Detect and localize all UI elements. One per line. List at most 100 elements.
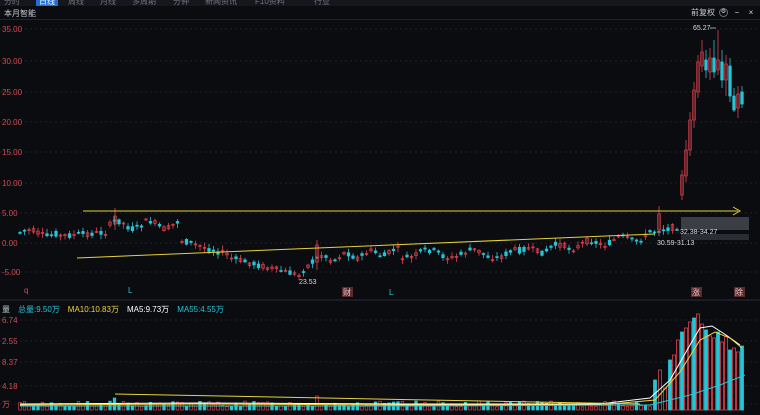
volume-bar xyxy=(704,329,708,411)
candle-body xyxy=(544,248,549,252)
volume-bar xyxy=(634,401,639,411)
volume-legend-ma55: MA55:4.55万 xyxy=(177,304,224,314)
marker-cai: 财 xyxy=(343,287,351,297)
candle-body xyxy=(517,246,522,254)
volume-ma5-line xyxy=(19,325,741,405)
candle-body xyxy=(90,232,94,236)
volume-bar xyxy=(495,406,499,411)
volume-bar xyxy=(736,351,740,411)
peak-label: 65.27 xyxy=(693,25,711,32)
volume-bar xyxy=(72,406,76,411)
candle-body xyxy=(157,223,162,227)
candle-body xyxy=(189,241,193,243)
candle-body xyxy=(18,232,22,234)
candle-body xyxy=(288,270,292,275)
volume-bar xyxy=(688,321,692,411)
candle-body xyxy=(333,259,337,262)
volume-bar xyxy=(310,405,315,411)
volume-bar xyxy=(589,406,594,411)
candle-body xyxy=(184,239,189,245)
candle-body xyxy=(301,271,306,273)
volume-bar xyxy=(728,349,732,411)
volume-bar xyxy=(663,387,667,411)
candle-body xyxy=(540,250,544,256)
candle-body xyxy=(675,229,679,231)
price-tick-label: -5.00 xyxy=(2,268,21,277)
candle-body xyxy=(243,259,247,263)
candle-body xyxy=(423,247,427,250)
volume-bar xyxy=(672,354,676,411)
candle-body xyxy=(522,246,526,252)
candle-body xyxy=(279,270,283,272)
volume-bar xyxy=(571,405,576,411)
volume-tick-label: 4.18 xyxy=(2,382,18,391)
candle-body xyxy=(732,95,736,111)
volume-grid xyxy=(0,319,760,405)
candle-body xyxy=(661,229,666,232)
volume-bar xyxy=(445,406,450,411)
volume-bar xyxy=(740,345,744,411)
candle-body xyxy=(567,247,571,250)
candle-body xyxy=(589,242,594,245)
volume-bar xyxy=(724,335,728,411)
volume-bar xyxy=(625,405,630,411)
volume-bar xyxy=(508,401,513,411)
candle-body xyxy=(436,250,441,253)
volume-bar xyxy=(427,405,432,411)
volume-bar xyxy=(630,405,634,411)
candle-body xyxy=(704,59,708,71)
volume-bar xyxy=(229,405,234,411)
volume-bar xyxy=(716,331,720,411)
candle-body xyxy=(432,248,436,250)
volume-bar xyxy=(472,405,477,411)
candle-body xyxy=(211,249,216,252)
candle-body xyxy=(720,61,724,81)
marker-l-left: L xyxy=(128,286,133,295)
volume-bar xyxy=(639,405,643,411)
candlestick-chart[interactable]: 35.00 30.00 25.00 20.00 15.00 10.00 5.00 0.00 -5… xyxy=(0,0,760,415)
volume-legend-label: 量 xyxy=(2,304,10,314)
volume-bar xyxy=(238,406,243,411)
volume-tick-label: 8.37 xyxy=(2,358,18,367)
volume-bar xyxy=(225,406,229,411)
candle-body xyxy=(378,255,382,258)
candle-body xyxy=(441,254,445,259)
candle-body xyxy=(639,240,643,243)
volume-tick-label: 万 xyxy=(2,400,10,409)
volume-tick-label: 6.74 xyxy=(2,316,18,325)
price-tick-label: 5.00 xyxy=(2,209,18,218)
volume-bar xyxy=(621,405,625,411)
candle-body xyxy=(459,251,463,255)
candle-body xyxy=(256,263,261,268)
volume-trendline[interactable] xyxy=(114,393,641,405)
candle-body xyxy=(76,231,81,234)
candle-body xyxy=(607,239,612,246)
volume-bar xyxy=(708,335,712,411)
volume-bar xyxy=(567,405,571,411)
volume-legend: 量 总量:9.50万 MA10:10.83万 MA5:9.73万 MA55:4.… xyxy=(0,303,760,315)
candle-body xyxy=(391,248,396,251)
candle-body xyxy=(81,231,85,234)
candle-body xyxy=(594,241,598,244)
candle-body xyxy=(549,245,553,248)
low-label: 23.53 xyxy=(299,279,317,286)
volume-bar xyxy=(580,406,585,411)
candle-body xyxy=(135,224,139,227)
price-tick-label: 35.00 xyxy=(2,25,23,34)
candle-body xyxy=(346,252,351,257)
volume-legend-total: 总量:9.50万 xyxy=(18,304,60,314)
candle-body xyxy=(175,221,180,224)
candle-body xyxy=(310,259,315,264)
volume-legend-ma10: MA10:10.83万 xyxy=(67,304,119,314)
price-tick-label: 15.00 xyxy=(2,148,23,157)
volume-bar xyxy=(712,337,716,411)
candle-body xyxy=(481,253,486,255)
volume-bar xyxy=(67,406,72,411)
volume-bar xyxy=(81,404,85,411)
price-tick-label: 0.00 xyxy=(2,239,18,248)
candle-body xyxy=(648,230,652,233)
volume-bar xyxy=(346,405,351,411)
volume-bar xyxy=(139,406,144,411)
candle-body xyxy=(234,256,238,260)
volume-bar xyxy=(432,406,436,411)
